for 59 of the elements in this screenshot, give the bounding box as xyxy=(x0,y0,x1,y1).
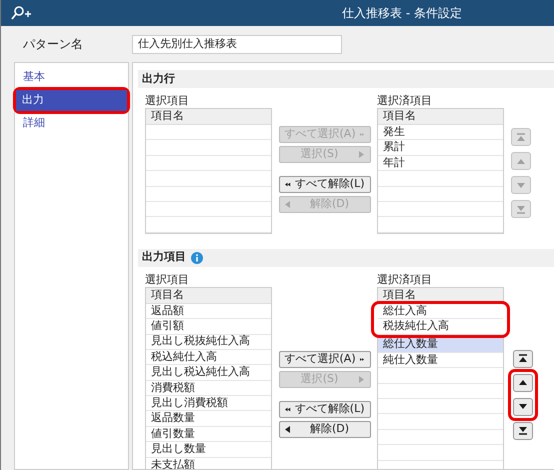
double-triangle-icon xyxy=(284,406,291,413)
transfer-button[interactable]: すべて解除(L) xyxy=(278,176,370,193)
move-down-icon xyxy=(515,180,527,190)
triangle-icon xyxy=(284,201,290,208)
list-item[interactable]: 値引数量 xyxy=(146,426,271,442)
double-triangle-icon xyxy=(284,181,291,188)
column-header: 項目名 xyxy=(146,288,271,304)
column-header: 項目名 xyxy=(146,109,271,125)
move-top-icon xyxy=(515,132,527,142)
move-top-icon xyxy=(517,354,529,364)
move-up-icon xyxy=(515,156,527,166)
search-add-icon[interactable] xyxy=(9,5,33,21)
list-item[interactable]: 税抜純仕入高 xyxy=(378,319,503,335)
transfer-button[interactable]: すべて解除(L) xyxy=(278,400,370,418)
triangle-icon xyxy=(358,151,364,158)
list-label: 選択済項目 xyxy=(377,272,433,287)
pattern-name-field[interactable]: 仕入先別仕入推移表 xyxy=(132,34,342,54)
move-button[interactable] xyxy=(513,398,533,416)
list-item[interactable]: 返品数量 xyxy=(146,411,271,427)
move-button[interactable] xyxy=(513,350,533,368)
sidebar-item[interactable]: 出力 xyxy=(16,90,127,111)
move-button[interactable] xyxy=(513,374,533,392)
list-label: 選択項目 xyxy=(145,94,190,108)
list-item[interactable]: 値引額 xyxy=(146,319,271,335)
list-item[interactable]: 税込純仕入高 xyxy=(146,350,271,366)
info-icon[interactable] xyxy=(191,252,203,264)
double-triangle-icon xyxy=(360,356,364,363)
list-item[interactable]: 返品額 xyxy=(146,304,271,320)
list-item[interactable]: 見出し税抜純仕入高 xyxy=(146,334,271,350)
column-header: 項目名 xyxy=(378,109,503,125)
triangle-icon xyxy=(358,376,364,383)
list-item[interactable]: 未支払額 xyxy=(146,458,271,469)
list-label: 選択済項目 xyxy=(377,94,433,108)
list-label: 選択項目 xyxy=(145,272,190,287)
list-item[interactable]: 発生 xyxy=(378,125,503,140)
list-item[interactable]: 総仕入数量 xyxy=(378,338,503,353)
move-bottom-icon xyxy=(515,204,527,214)
window-title: 仕入推移表 - 条件設定 xyxy=(342,5,462,22)
move-bottom-icon xyxy=(517,426,529,436)
move-up-icon xyxy=(517,378,529,388)
field-label: パターン名 xyxy=(23,36,84,53)
move-button[interactable] xyxy=(513,422,533,440)
list-item[interactable]: 見出し消費税額 xyxy=(146,396,271,412)
move-down-icon xyxy=(517,402,529,412)
transfer-button[interactable]: 解除(D) xyxy=(278,420,370,438)
transfer-button[interactable]: すべて選択(A) xyxy=(278,350,370,368)
list-item[interactable]: 見出し数量 xyxy=(146,442,271,458)
list-item[interactable]: 年計 xyxy=(378,156,503,172)
section-title: 出力行 xyxy=(142,70,175,87)
section-title: 出力項目 xyxy=(142,249,186,266)
list-item[interactable]: 見出し税込純仕入高 xyxy=(146,365,271,381)
list-item[interactable]: 純仕入数量 xyxy=(378,352,503,368)
list-item[interactable]: 消費税額 xyxy=(146,380,271,396)
sidebar-item[interactable]: 基本 xyxy=(17,67,126,88)
sidebar-item[interactable]: 詳細 xyxy=(17,113,126,134)
double-triangle-icon xyxy=(360,131,364,138)
list-item[interactable]: 累計 xyxy=(378,140,503,156)
triangle-icon xyxy=(284,426,290,433)
list-item[interactable]: 総仕入高 xyxy=(378,304,503,320)
